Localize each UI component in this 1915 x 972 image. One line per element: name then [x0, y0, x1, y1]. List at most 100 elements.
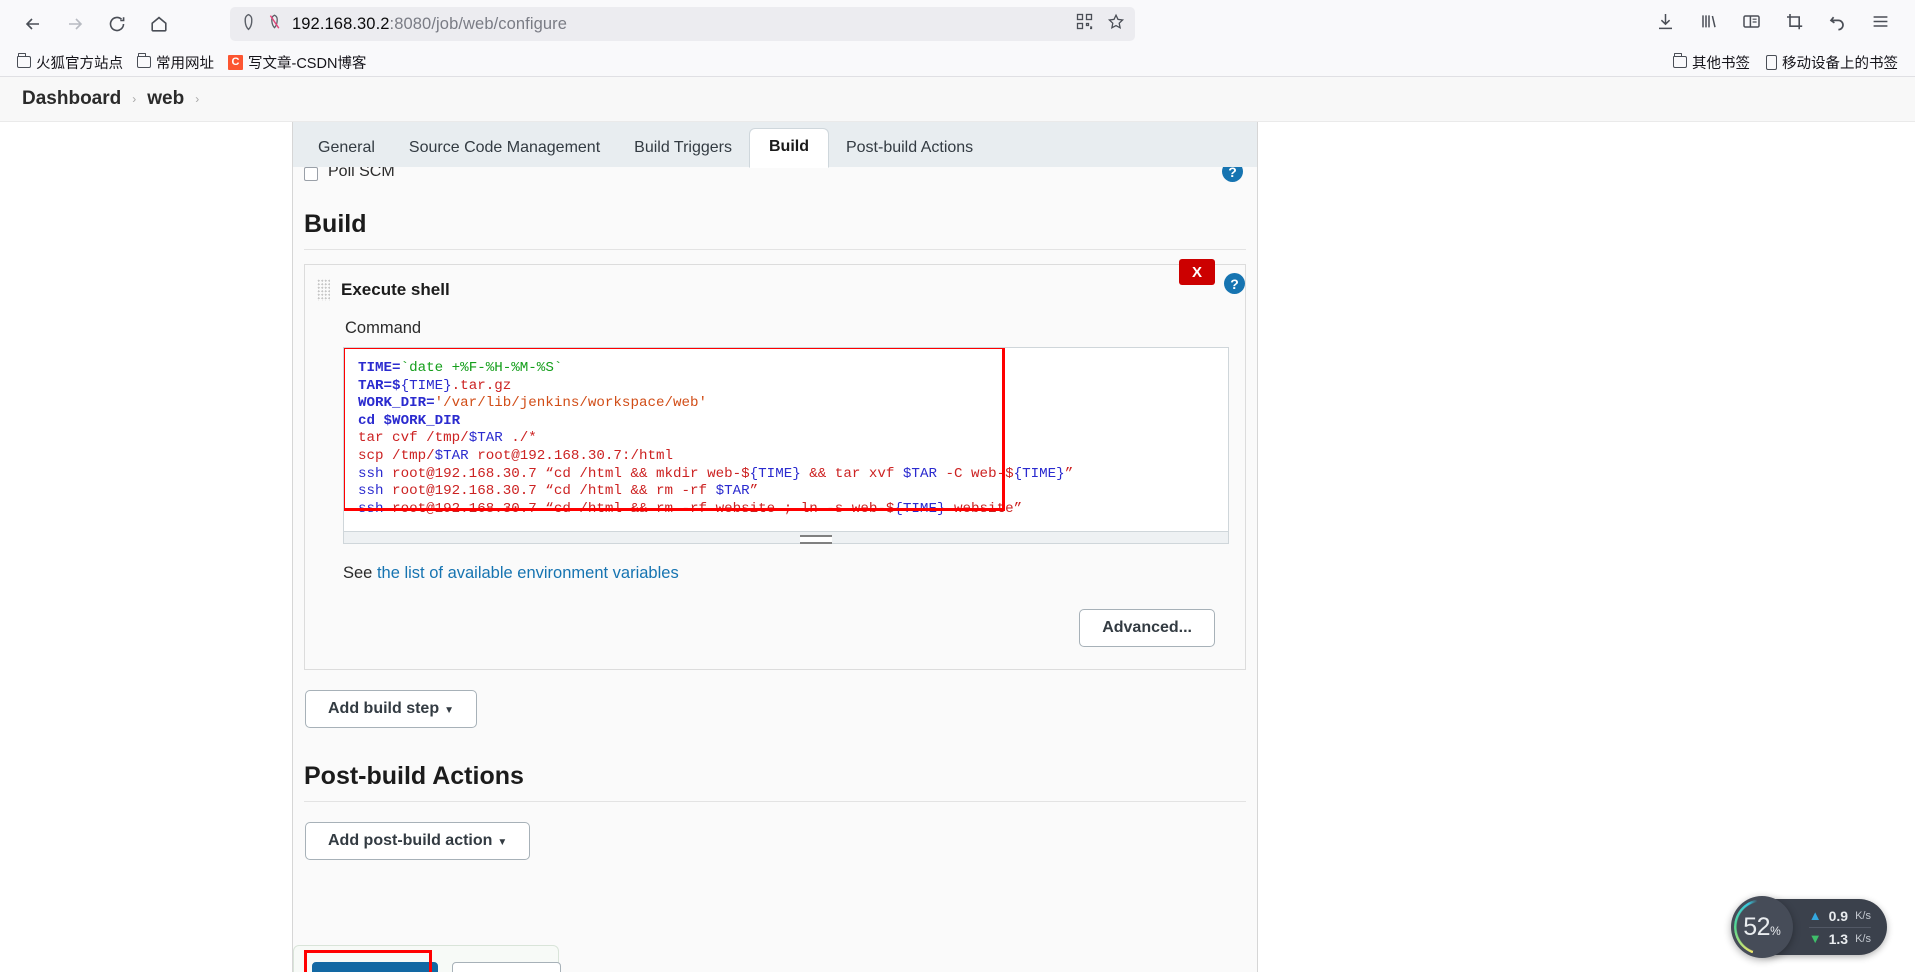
save-button[interactable]: Save — [312, 962, 438, 972]
breadcrumb: Dashboard › web › — [0, 77, 1915, 122]
upload-value: 0.9 — [1828, 907, 1849, 924]
star-icon[interactable] — [1107, 13, 1125, 36]
command-editor-wrap: TIME=`date +%F-%H-%M-%S` TAR=${TIME}.tar.… — [343, 347, 1229, 544]
tab-source-code-management[interactable]: Source Code Management — [392, 130, 617, 167]
bookmarks-bar: 火狐官方站点 常用网址 C 写文章-CSDN博客 其他书签 移动设备上的书签 — [0, 48, 1915, 77]
tracking-protection-off-icon[interactable] — [266, 13, 283, 36]
save-apply-bar: Save Apply — [293, 945, 561, 972]
bookmark-label: 常用网址 — [156, 55, 214, 72]
drag-handle-icon[interactable] — [317, 279, 330, 301]
apply-button[interactable]: Apply — [451, 962, 561, 972]
advanced-button[interactable]: Advanced... — [1079, 609, 1215, 647]
usage-percent: 52% — [1743, 912, 1781, 941]
cpu-usage-gauge: 52% — [1730, 896, 1793, 958]
download-arrow-icon: ▼ — [1808, 931, 1822, 946]
folder-icon — [1673, 53, 1687, 68]
page-body: General Source Code Management Build Tri… — [0, 122, 1915, 972]
tab-build[interactable]: Build — [748, 128, 829, 168]
build-section-title: Build — [304, 210, 367, 238]
help-icon[interactable]: ? — [1224, 273, 1245, 294]
url-bar[interactable]: 192.168.30.2:8080/job/web/configure — [230, 7, 1135, 41]
qr-code-icon[interactable] — [1076, 13, 1093, 35]
home-icon[interactable] — [140, 5, 178, 43]
bookmark-label: 其他书签 — [1692, 55, 1750, 72]
folder-icon — [137, 53, 151, 68]
advanced-row: Advanced... — [305, 583, 1245, 647]
bookmark-other-bookmarks[interactable]: 其他书签 — [1666, 50, 1757, 75]
csdn-icon: C — [228, 54, 243, 70]
config-tab-bar: General Source Code Management Build Tri… — [293, 122, 1257, 168]
poll-scm-row: Poll SCM ? — [293, 167, 1257, 184]
shield-icon — [240, 13, 257, 36]
command-textarea[interactable]: TIME=`date +%F-%H-%M-%S` TAR=${TIME}.tar.… — [343, 347, 1229, 532]
download-value: 1.3 — [1828, 930, 1849, 947]
chevron-down-icon: ▼ — [444, 705, 455, 716]
url-text: 192.168.30.2:8080/job/web/configure — [292, 14, 568, 33]
add-post-build-action-label: Add post-build action — [328, 832, 493, 849]
chevron-right-icon: › — [195, 92, 200, 106]
post-build-section-title: Post-build Actions — [304, 762, 524, 790]
env-vars-hint: See the list of available environment va… — [305, 544, 1245, 583]
script-line: tar cvf /tmp/$TAR ./* — [358, 430, 537, 447]
bookmark-label: 火狐官方站点 — [36, 55, 123, 72]
add-post-build-action-row: Add post-build action ▼ — [293, 802, 1257, 860]
downloads-icon[interactable] — [1655, 11, 1676, 37]
help-icon[interactable]: ? — [1222, 167, 1243, 182]
editor-resize-handle[interactable] — [343, 532, 1229, 544]
command-script-content: TIME=`date +%F-%H-%M-%S` TAR=${TIME}.tar.… — [344, 348, 1228, 518]
bookmark-common-sites[interactable]: 常用网址 — [130, 50, 221, 75]
download-unit: K/s — [1855, 932, 1871, 945]
undo-icon[interactable] — [1827, 11, 1848, 37]
tab-general[interactable]: General — [301, 130, 392, 167]
config-form: Poll SCM ? Build X ? Execute shell Comma… — [293, 167, 1257, 972]
screenshot-icon[interactable] — [1784, 11, 1805, 37]
chevron-down-icon: ▼ — [497, 837, 508, 848]
bookmark-label: 移动设备上的书签 — [1782, 55, 1898, 72]
add-build-step-button[interactable]: Add build step ▼ — [305, 690, 478, 728]
script-line: cd $WORK_DIR — [358, 412, 461, 429]
job-configure-panel: General Source Code Management Build Tri… — [292, 122, 1258, 972]
builder-header: Execute shell — [305, 279, 1245, 301]
builder-title: Execute shell — [341, 280, 450, 299]
upload-unit: K/s — [1855, 909, 1871, 922]
breadcrumb-item-web[interactable]: web — [147, 88, 184, 110]
script-line: TAR=${TIME}.tar.gz — [358, 377, 512, 394]
divider — [1808, 926, 1871, 928]
folder-icon — [17, 53, 31, 68]
back-arrow-icon[interactable] — [14, 5, 52, 43]
library-icon[interactable] — [1698, 11, 1719, 37]
bookmark-mobile-bookmarks[interactable]: 移动设备上的书签 — [1759, 50, 1905, 75]
bookmark-label: 写文章-CSDN博客 — [248, 55, 367, 72]
upload-row: ▲ 0.9 K/s — [1809, 908, 1871, 924]
tab-build-triggers[interactable]: Build Triggers — [617, 130, 749, 167]
script-line: scp /tmp/$TAR root@192.168.30.7:/html — [358, 447, 674, 464]
download-row: ▼ 1.3 K/s — [1809, 931, 1871, 947]
add-post-build-action-button[interactable]: Add post-build action ▼ — [305, 822, 531, 860]
script-line: ssh root@192.168.30.7 “cd /html && rm -r… — [358, 483, 759, 500]
upload-arrow-icon: ▲ — [1808, 908, 1822, 923]
delete-builder-button[interactable]: X — [1179, 259, 1215, 285]
poll-scm-label: Poll SCM — [328, 167, 395, 180]
execute-shell-builder: X ? Execute shell Command TIME=`date +%F… — [304, 259, 1246, 670]
browser-toolbar: 192.168.30.2:8080/job/web/configure — [0, 0, 1915, 48]
tab-post-build-actions[interactable]: Post-build Actions — [829, 130, 990, 167]
script-line: WORK_DIR='/var/lib/jenkins/workspace/web… — [358, 395, 708, 412]
sidebar-icon[interactable] — [1741, 11, 1762, 37]
script-line: ssh root@192.168.30.7 “cd /html && mkdir… — [358, 465, 1074, 482]
reload-icon[interactable] — [98, 5, 136, 43]
add-build-step-label: Add build step — [328, 700, 440, 717]
bookmark-csdn[interactable]: C 写文章-CSDN博客 — [221, 50, 373, 75]
bookmark-firefox-official[interactable]: 火狐官方站点 — [10, 50, 130, 75]
network-speed-widget[interactable]: 52% ▲ 0.9 K/s ▼ 1.3 K/s — [1730, 896, 1887, 958]
mobile-icon — [1766, 54, 1777, 70]
forward-arrow-icon — [56, 5, 94, 43]
poll-scm-checkbox[interactable] — [304, 167, 318, 181]
breadcrumb-item-dashboard[interactable]: Dashboard — [22, 88, 121, 110]
command-label: Command — [345, 319, 422, 337]
menu-icon[interactable] — [1870, 11, 1891, 37]
see-prefix: See — [343, 564, 373, 582]
env-vars-link[interactable]: the list of available environment variab… — [377, 564, 679, 582]
chevron-right-icon: › — [132, 92, 137, 106]
divider — [304, 249, 1246, 250]
toolbar-right-icons — [1655, 11, 1901, 37]
